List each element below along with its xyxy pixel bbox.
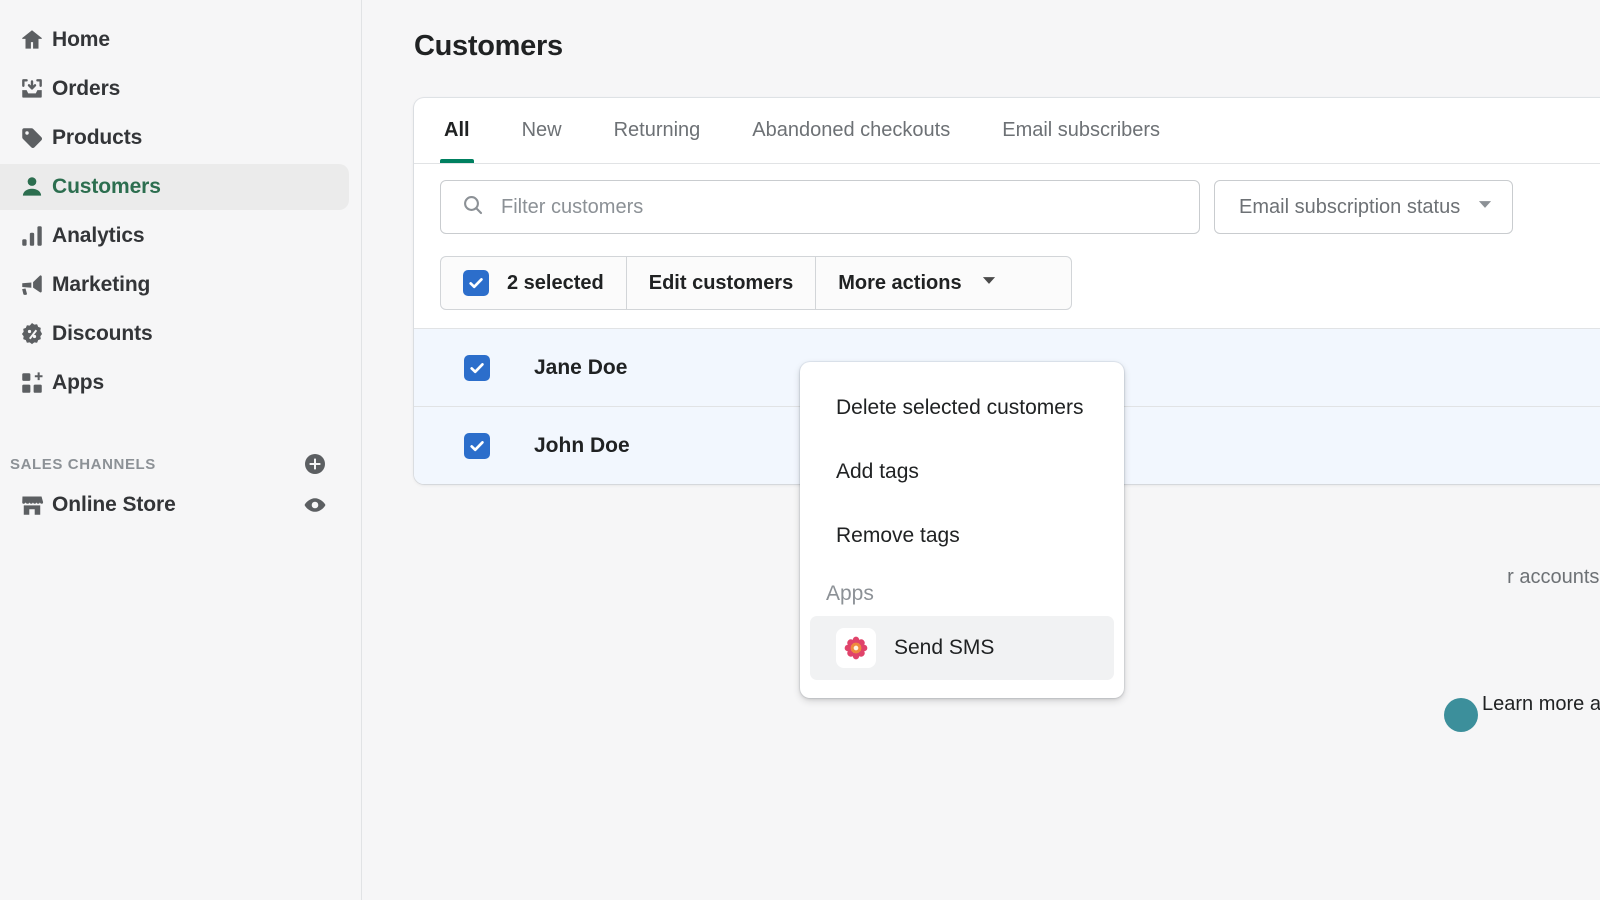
sidebar-item-label: Discounts — [52, 322, 153, 346]
bulk-selection-checkbox[interactable] — [463, 270, 489, 296]
select-all-segment[interactable]: 2 selected — [441, 257, 627, 309]
orders-icon — [12, 76, 52, 102]
discounts-percent-icon — [12, 321, 52, 347]
search-input[interactable]: Filter customers — [501, 196, 643, 219]
sidebar-item-products[interactable]: Products — [0, 115, 349, 161]
edit-customers-label: Edit customers — [649, 272, 793, 295]
tab-label: Abandoned checkouts — [752, 119, 950, 142]
tab-returning[interactable]: Returning — [588, 98, 727, 163]
tab-label: All — [444, 119, 470, 142]
marketing-megaphone-icon — [12, 272, 52, 298]
edit-customers-button[interactable]: Edit customers — [627, 257, 816, 309]
more-actions-label: More actions — [838, 272, 961, 295]
tab-new[interactable]: New — [496, 98, 588, 163]
sidebar-item-label: Analytics — [52, 224, 144, 248]
sales-channels-heading: SALES CHANNELS — [10, 456, 156, 473]
tab-all[interactable]: All — [418, 98, 496, 163]
chevron-down-icon — [1476, 195, 1494, 219]
search-input-wrapper[interactable]: Filter customers — [440, 180, 1200, 234]
more-actions-dropdown-menu: Delete selected customers Add tags Remov… — [800, 362, 1124, 698]
customer-name: John Doe — [534, 434, 630, 458]
sidebar-item-home[interactable]: Home — [0, 17, 349, 63]
sidebar-item-label: Products — [52, 126, 142, 150]
eye-icon[interactable] — [303, 493, 327, 517]
sidebar-item-label: Online Store — [52, 493, 303, 517]
help-avatar — [1444, 698, 1478, 732]
chevron-down-icon — [980, 271, 998, 295]
sidebar-item-label: Home — [52, 28, 110, 52]
tab-label: New — [522, 119, 562, 142]
row-checkbox[interactable] — [464, 355, 490, 381]
menu-item-send-sms[interactable]: Send SMS — [810, 616, 1114, 680]
customer-tabs: All New Returning Abandoned checkouts Em… — [414, 98, 1600, 164]
customer-name: Jane Doe — [534, 356, 627, 380]
more-actions-button[interactable]: More actions — [816, 257, 1019, 309]
sidebar-item-discounts[interactable]: Discounts — [0, 311, 349, 357]
sidebar-item-online-store[interactable]: Online Store — [0, 482, 327, 528]
menu-item-label: Send SMS — [894, 636, 994, 660]
sidebar-item-label: Marketing — [52, 273, 150, 297]
menu-section-apps-label: Apps — [800, 568, 1124, 616]
menu-item-label: Delete selected customers — [836, 396, 1083, 420]
customer-accounts-note-text: r accounts are disabled. — [1507, 566, 1600, 588]
sidebar-item-analytics[interactable]: Analytics — [0, 213, 349, 259]
sidebar-section-sales-channels: SALES CHANNELS — [10, 452, 327, 476]
tab-abandoned-checkouts[interactable]: Abandoned checkouts — [726, 98, 976, 163]
menu-item-label: Add tags — [836, 460, 919, 484]
tab-label: Returning — [614, 119, 701, 142]
page-title: Customers — [414, 30, 1600, 63]
sidebar-item-marketing[interactable]: Marketing — [0, 262, 349, 308]
analytics-bars-icon — [12, 223, 52, 249]
sidebar: Home Orders Products Customers Analytics — [0, 0, 362, 900]
menu-item-label: Remove tags — [836, 524, 960, 548]
products-tag-icon — [12, 125, 52, 151]
email-subscription-status-label: Email subscription status — [1239, 196, 1460, 219]
learn-more-note: Learn more about customers — [1482, 692, 1600, 717]
learn-more-prefix: Learn more about — [1482, 693, 1600, 716]
sidebar-item-label: Apps — [52, 371, 104, 395]
sidebar-item-orders[interactable]: Orders — [0, 66, 349, 112]
sidebar-item-apps[interactable]: Apps — [0, 360, 349, 406]
bulk-actions-bar: 2 selected Edit customers More actions — [440, 256, 1072, 310]
storefront-icon — [12, 492, 52, 518]
search-icon — [461, 193, 485, 222]
menu-item-add-tags[interactable]: Add tags — [810, 440, 1114, 504]
menu-item-delete-selected-customers[interactable]: Delete selected customers — [810, 376, 1114, 440]
sidebar-item-customers[interactable]: Customers — [0, 164, 349, 210]
flower-app-icon — [836, 628, 876, 668]
sidebar-item-label: Customers — [52, 175, 161, 199]
filter-row: Filter customers Email subscription stat… — [414, 164, 1600, 234]
home-icon — [12, 27, 52, 53]
email-subscription-status-select[interactable]: Email subscription status — [1214, 180, 1513, 234]
row-checkbox[interactable] — [464, 433, 490, 459]
shopify-admin-window: Home Orders Products Customers Analytics — [0, 0, 1600, 900]
selected-count-label: 2 selected — [507, 272, 604, 295]
tab-label: Email subscribers — [1002, 119, 1160, 142]
tab-email-subscribers[interactable]: Email subscribers — [976, 98, 1186, 163]
customers-person-icon — [12, 174, 52, 200]
plus-circle-icon[interactable] — [303, 452, 327, 476]
sidebar-item-label: Orders — [52, 77, 120, 101]
menu-item-remove-tags[interactable]: Remove tags — [810, 504, 1114, 568]
apps-grid-plus-icon — [12, 370, 52, 396]
